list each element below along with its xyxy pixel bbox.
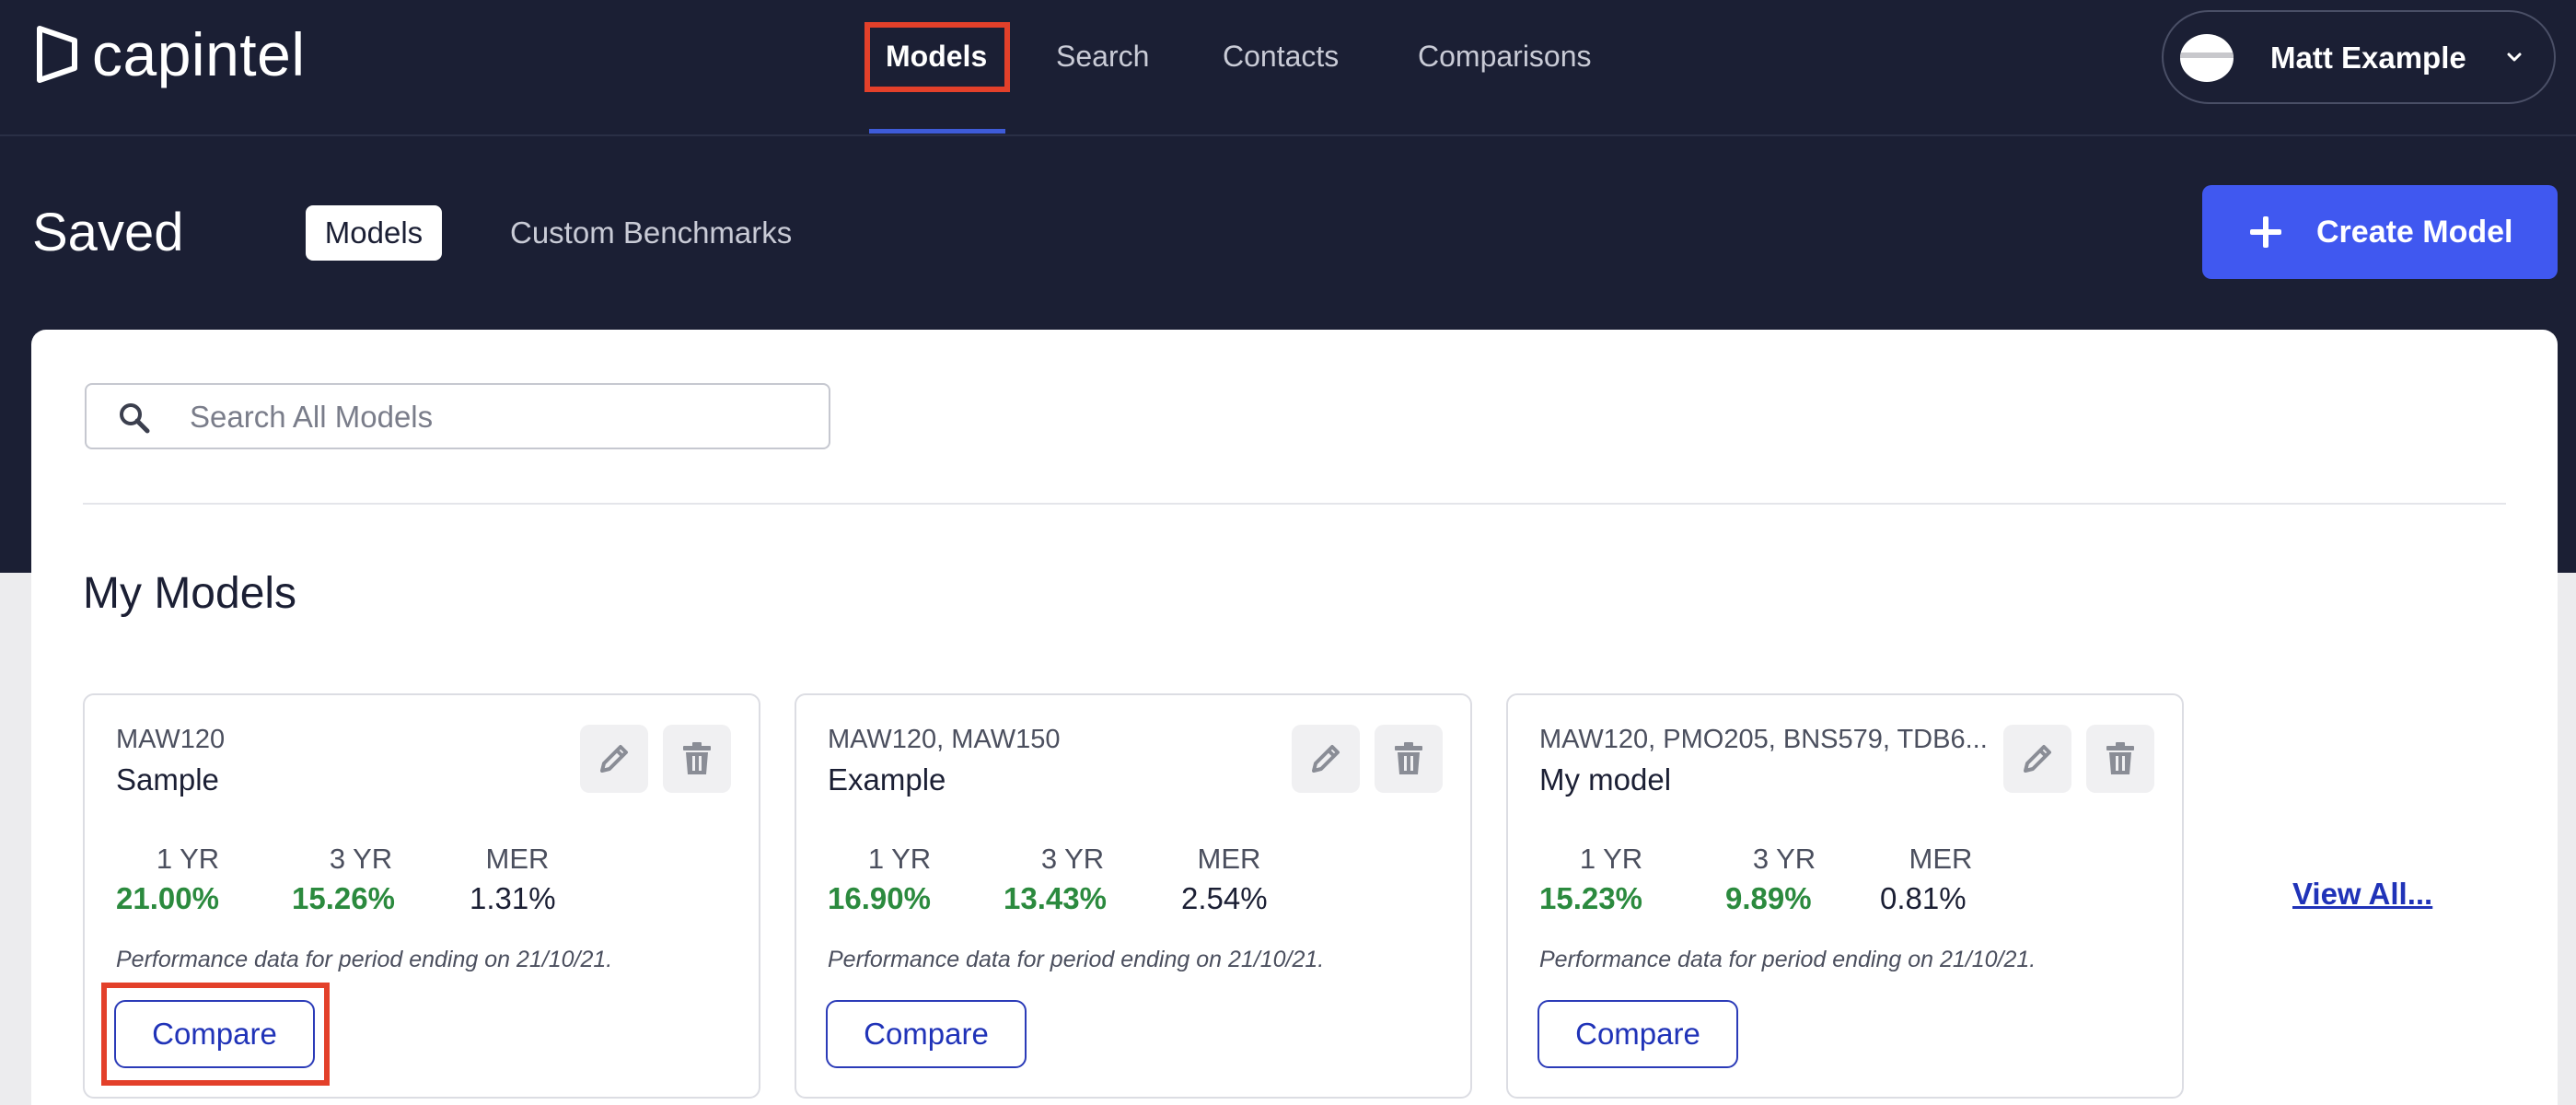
stat-label-1yr: 1 YR — [156, 843, 220, 875]
edit-button[interactable] — [580, 725, 648, 793]
stat-value-1yr: 16.90% — [828, 881, 931, 915]
tab-custom-benchmarks[interactable]: Custom Benchmarks — [510, 212, 792, 254]
pencil-icon — [1312, 745, 1340, 773]
stat-label-3yr: 3 YR — [1040, 843, 1105, 875]
stat-label-1yr: 1 YR — [867, 843, 932, 875]
performance-note: Performance data for period ending on 21… — [116, 947, 613, 972]
model-card: MAW120, PMO205, BNS579, TDB6... My model… — [1506, 693, 2184, 1099]
chevron-down-icon — [2507, 52, 2522, 62]
page-title: Saved — [32, 203, 184, 262]
trash-icon — [2106, 742, 2134, 774]
logo-text: capintel — [92, 20, 306, 88]
trash-icon — [1395, 742, 1422, 774]
stat-label-mer: MER — [1909, 843, 1973, 875]
nav-contacts[interactable]: Contacts — [1223, 35, 1339, 77]
stat-label-mer: MER — [1197, 843, 1261, 875]
stat-value-1yr: 21.00% — [116, 881, 219, 915]
stat-label-1yr: 1 YR — [1579, 843, 1643, 875]
stat-value-3yr: 9.89% — [1725, 881, 1812, 915]
model-tickers: MAW120, PMO205, BNS579, TDB6... — [1539, 725, 1988, 754]
delete-button[interactable] — [2086, 725, 2154, 793]
stat-label-mer: MER — [485, 843, 550, 875]
model-tickers: MAW120 — [116, 725, 226, 754]
section-title: My Models — [83, 569, 297, 618]
pencil-icon — [2024, 745, 2051, 773]
edit-button[interactable] — [1292, 725, 1360, 793]
search-input[interactable] — [190, 394, 797, 440]
model-name: Sample — [116, 762, 219, 797]
performance-note: Performance data for period ending on 21… — [828, 947, 1325, 972]
avatar — [2180, 34, 2234, 82]
user-menu[interactable]: Matt Example — [2162, 10, 2556, 104]
compare-button[interactable]: Compare — [1537, 1000, 1738, 1068]
model-name: Example — [828, 762, 946, 797]
model-card: MAW120, MAW150 Example 1 YR 3 YR MER 16.… — [795, 693, 1472, 1099]
stat-value-3yr: 15.26% — [292, 881, 395, 915]
logo-mark-icon — [37, 26, 77, 83]
create-model-label: Create Model — [2316, 215, 2513, 250]
delete-button[interactable] — [1375, 725, 1443, 793]
app-logo[interactable]: capintel — [35, 22, 306, 87]
stat-value-mer: 1.31% — [470, 881, 556, 915]
header-divider — [0, 134, 2576, 136]
stat-label-3yr: 3 YR — [1752, 843, 1816, 875]
compare-button[interactable]: Compare — [826, 1000, 1027, 1068]
stat-value-mer: 0.81% — [1880, 881, 1967, 915]
stat-label-3yr: 3 YR — [329, 843, 393, 875]
create-model-button[interactable]: Create Model — [2202, 185, 2558, 279]
pencil-icon — [600, 745, 628, 773]
search-icon — [120, 403, 150, 434]
stat-value-mer: 2.54% — [1181, 881, 1268, 915]
model-name: My model — [1539, 762, 1672, 797]
edit-button[interactable] — [2003, 725, 2071, 793]
stat-value-1yr: 15.23% — [1539, 881, 1642, 915]
performance-note: Performance data for period ending on 21… — [1539, 947, 2036, 972]
model-tickers: MAW120, MAW150 — [828, 725, 1061, 754]
search-box[interactable] — [85, 383, 830, 449]
nav-active-indicator — [869, 129, 1005, 134]
nav-search[interactable]: Search — [1056, 35, 1149, 77]
view-all-link[interactable]: View All... — [2292, 875, 2432, 913]
plus-icon — [2250, 216, 2281, 248]
stat-value-3yr: 13.43% — [1004, 881, 1107, 915]
nav-models-highlight — [864, 22, 1010, 92]
trash-icon — [683, 742, 711, 774]
delete-button[interactable] — [663, 725, 731, 793]
user-name: Matt Example — [2270, 41, 2466, 75]
compare-button-highlight — [101, 983, 330, 1086]
nav-comparisons[interactable]: Comparisons — [1418, 35, 1592, 77]
section-divider — [83, 503, 2506, 505]
tab-models[interactable]: Models — [306, 205, 442, 261]
